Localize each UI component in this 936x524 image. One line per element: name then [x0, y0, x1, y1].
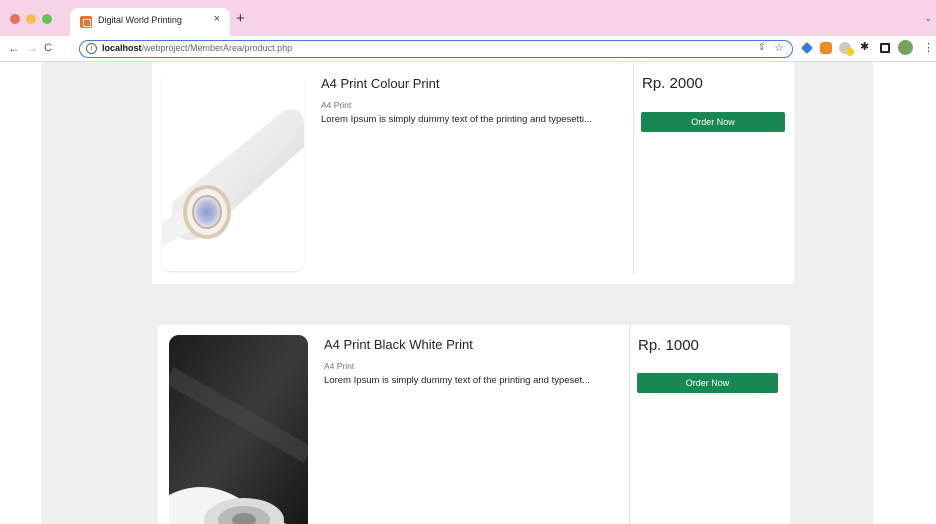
- product-category: A4 Print: [324, 361, 355, 371]
- minimize-window-icon[interactable]: [26, 14, 36, 24]
- extensions-puzzle-icon[interactable]: ✱: [860, 40, 869, 53]
- url-text: localhost/webproject/MemberArea/product.…: [102, 43, 292, 53]
- close-window-icon[interactable]: [10, 14, 20, 24]
- black-roll-illustration: [169, 335, 308, 524]
- product-description: Lorem Ipsum is simply dummy text of the …: [324, 375, 591, 386]
- product-info: A4 Print Black White Print A4 Print Lore…: [324, 337, 630, 386]
- forward-arrow-icon[interactable]: →: [26, 41, 38, 55]
- tab-close-icon[interactable]: ×: [214, 13, 220, 25]
- site-favicon-icon: [80, 16, 92, 28]
- tab-search-icon[interactable]: ⌄: [924, 13, 932, 24]
- reload-icon[interactable]: C: [44, 42, 52, 54]
- product-info: A4 Print Colour Print A4 Print Lorem Ips…: [321, 76, 629, 125]
- card-divider: [633, 62, 634, 274]
- maximize-window-icon[interactable]: [42, 14, 52, 24]
- side-panel-icon[interactable]: [880, 43, 890, 53]
- product-price: Rp. 2000: [642, 75, 703, 92]
- extension-diamond-icon[interactable]: [801, 42, 813, 54]
- product-image-paper-roll: [162, 72, 304, 271]
- profile-avatar[interactable]: [898, 40, 913, 55]
- browser-toolbar: ← → C i localhost/webproject/MemberArea/…: [0, 36, 936, 62]
- address-bar[interactable]: i localhost/webproject/MemberArea/produc…: [79, 40, 793, 58]
- extension-badge-icon: [846, 48, 854, 56]
- order-now-button[interactable]: Order Now: [637, 373, 778, 393]
- back-arrow-icon[interactable]: ←: [8, 41, 20, 55]
- product-price: Rp. 1000: [638, 337, 699, 354]
- product-card: A4 Print Colour Print A4 Print Lorem Ips…: [152, 62, 794, 284]
- new-tab-button[interactable]: +: [236, 10, 245, 27]
- product-title[interactable]: A4 Print Colour Print: [321, 76, 629, 91]
- browser-tab-bar: Digital World Printing × + ⌄: [0, 0, 936, 36]
- url-path: /webproject/MemberArea/product.php: [141, 43, 293, 53]
- browser-menu-icon[interactable]: ⋮: [923, 41, 934, 54]
- product-title[interactable]: A4 Print Black White Print: [324, 337, 630, 352]
- product-category: A4 Print: [321, 100, 352, 110]
- product-description: Lorem Ipsum is simply dummy text of the …: [321, 114, 592, 125]
- url-host: localhost: [102, 43, 142, 53]
- card-divider: [629, 325, 630, 524]
- product-image-black-roll: [169, 335, 308, 524]
- page-viewport[interactable]: A4 Print Colour Print A4 Print Lorem Ips…: [0, 62, 936, 524]
- browser-tab[interactable]: Digital World Printing ×: [70, 8, 230, 36]
- share-icon[interactable]: ⇪: [758, 42, 766, 53]
- product-card: A4 Print Black White Print A4 Print Lore…: [158, 325, 790, 524]
- tab-title: Digital World Printing: [98, 15, 182, 25]
- site-info-icon[interactable]: i: [86, 43, 97, 54]
- bookmark-star-icon[interactable]: ☆: [774, 41, 784, 54]
- order-now-button[interactable]: Order Now: [641, 112, 785, 132]
- extension-fox-icon[interactable]: [820, 42, 832, 54]
- paper-roll-illustration: [162, 72, 304, 271]
